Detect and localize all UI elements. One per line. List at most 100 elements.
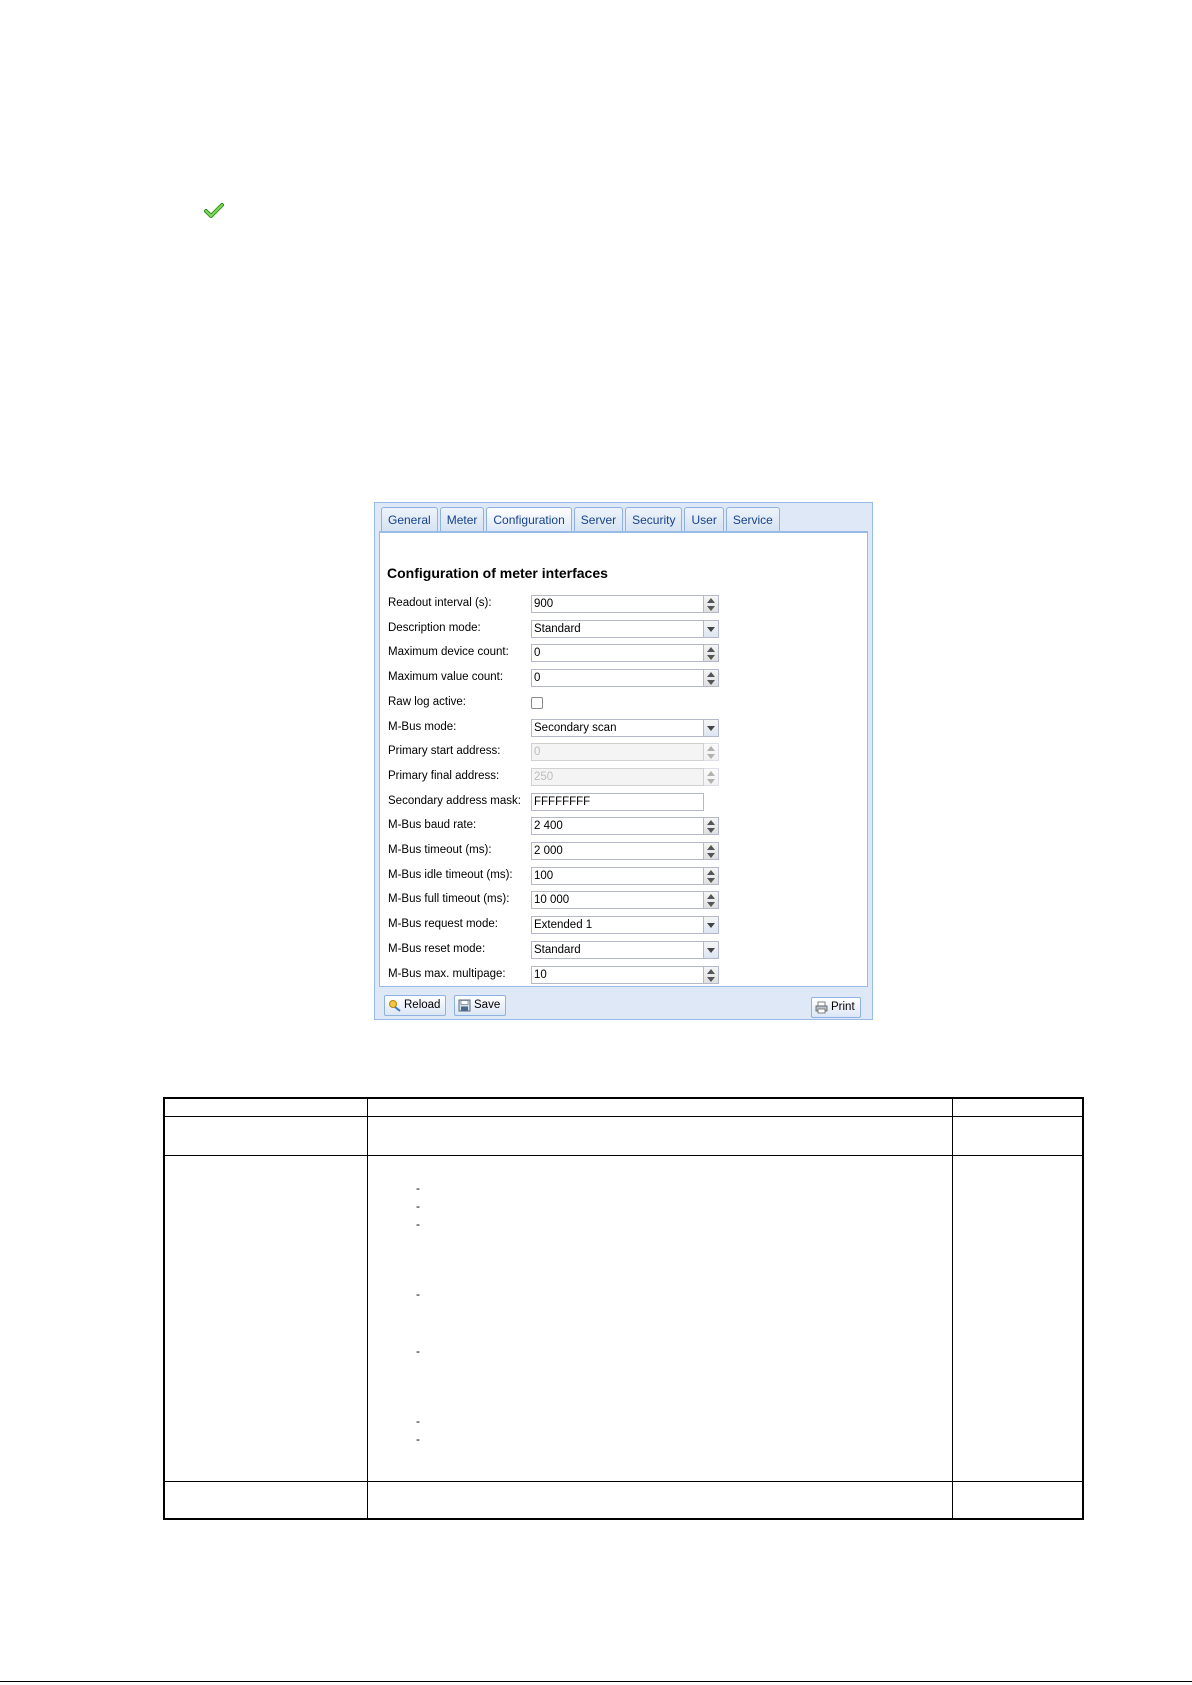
text-input[interactable]: FFFFFFFF (531, 792, 704, 811)
print-button[interactable]: Print (811, 997, 861, 1018)
field-label: Secondary address mask: (388, 794, 521, 807)
field-label: M-Bus idle timeout (ms): (388, 868, 513, 881)
select-field[interactable]: Standard (531, 619, 704, 638)
spinner-arrows-icon[interactable] (704, 965, 719, 984)
chevron-up-icon (707, 845, 715, 850)
print-label: Print (831, 1001, 855, 1013)
form-row: M-Bus idle timeout (ms): 100 (388, 866, 848, 885)
chevron-down-icon (707, 680, 715, 686)
field-label: M-Bus max. multipage: (388, 967, 506, 980)
form-body: Configuration of meter interfaces Readou… (379, 533, 868, 987)
field-label: Primary start address: (388, 745, 501, 758)
spinner-arrows-icon[interactable] (704, 866, 719, 885)
chevron-down-icon (707, 947, 715, 953)
chevron-up-icon (707, 869, 715, 875)
number-input: 250 (531, 767, 704, 786)
spinner-arrows-icon[interactable] (704, 595, 719, 613)
form-row: Description mode: Standard (388, 619, 848, 638)
list-item-bullet: - (416, 1414, 420, 1428)
spinner-arrows-icon[interactable] (704, 817, 719, 836)
chevron-down-icon (707, 902, 715, 908)
form-row: M-Bus timeout (ms): 2 000 (388, 842, 848, 860)
spinner-arrows-icon[interactable] (704, 842, 719, 860)
table-column-divider (952, 1099, 953, 1518)
select-field[interactable]: Extended 1 (531, 916, 704, 935)
number-input[interactable]: 2 000 (531, 842, 704, 860)
number-input[interactable]: 900 (531, 595, 704, 613)
tab-user[interactable]: User (684, 507, 724, 531)
tab-meter[interactable]: Meter (439, 507, 485, 531)
spinner-arrows-icon[interactable] (704, 669, 719, 688)
field-label: Raw log active: (388, 695, 466, 708)
form-row: Primary final address: 250 (388, 767, 848, 786)
chevron-up-icon (707, 820, 715, 826)
field-label: M-Bus mode: (388, 720, 457, 733)
tab-security[interactable]: Security (625, 507, 683, 531)
spinner-arrows-icon[interactable] (704, 891, 719, 910)
form-row: M-Bus request mode: Extended 1 (388, 916, 848, 935)
reload-button[interactable]: Reload (384, 995, 447, 1016)
chevron-up-icon (707, 647, 715, 653)
chevron-up-icon (707, 672, 715, 678)
tab-service[interactable]: Service (725, 507, 780, 531)
save-label: Save (474, 999, 501, 1011)
configuration-panel: General Meter Configuration Server Secur… (374, 502, 873, 1020)
select-field[interactable]: Standard (531, 940, 704, 959)
field-label: M-Bus timeout (ms): (388, 844, 492, 856)
field-label: Description mode: (388, 621, 481, 634)
select-field[interactable]: Secondary scan (531, 718, 704, 737)
chevron-up-icon (707, 598, 715, 603)
dropdown-trigger[interactable] (704, 718, 719, 737)
chevron-down-icon (707, 655, 715, 661)
printer-icon (815, 1001, 828, 1014)
table-row-divider (165, 1481, 1082, 1482)
field-label: Maximum value count: (388, 671, 504, 684)
chevron-up-icon (707, 770, 715, 776)
chevron-down-icon (707, 976, 715, 982)
chevron-down-icon (707, 626, 715, 632)
spinner-arrows-icon (704, 743, 719, 762)
tab-configuration[interactable]: Configuration (486, 507, 572, 532)
tab-strip: General Meter Configuration Server Secur… (381, 507, 780, 532)
field-label: M-Bus reset mode: (388, 942, 486, 955)
form-row: Primary start address: 0 (388, 743, 848, 762)
form-row: Secondary address mask: FFFFFFFF (388, 792, 848, 811)
number-input[interactable]: 10 (531, 965, 704, 984)
chevron-down-icon (707, 725, 715, 731)
chevron-up-icon (707, 746, 715, 752)
field-label: M-Bus request mode: (388, 918, 498, 931)
page-bottom-rule (0, 1681, 1192, 1682)
save-button[interactable]: Save (454, 995, 507, 1016)
table-row-divider (165, 1155, 1082, 1156)
chevron-up-icon (707, 968, 715, 974)
number-input[interactable]: 100 (531, 866, 704, 885)
form-row: M-Bus mode: Secondary scan (388, 718, 848, 737)
chevron-up-icon (707, 894, 715, 900)
form-row: M-Bus baud rate: 2 400 (388, 817, 848, 836)
number-input[interactable]: 0 (531, 669, 704, 688)
list-item-bullet: - (416, 1287, 420, 1301)
spinner-arrows-icon[interactable] (704, 644, 719, 663)
number-input[interactable]: 10 000 (531, 891, 704, 910)
reload-icon (389, 1000, 401, 1012)
field-label: Readout interval (s): (388, 597, 492, 609)
number-input[interactable]: 0 (531, 644, 704, 663)
table-row-divider (165, 1116, 1082, 1117)
number-input[interactable]: 2 400 (531, 817, 704, 836)
chevron-down-icon (707, 606, 715, 611)
floppy-disk-icon (458, 999, 471, 1012)
tab-server[interactable]: Server (573, 507, 624, 531)
dropdown-trigger[interactable] (704, 916, 719, 935)
spinner-arrows-icon (704, 767, 719, 786)
raw-log-checkbox[interactable] (531, 696, 543, 709)
tab-general[interactable]: General (381, 507, 438, 531)
form-title: Configuration of meter interfaces (387, 565, 608, 581)
list-item-bullet: - (416, 1199, 420, 1213)
list-item-bullet: - (416, 1432, 420, 1446)
number-input: 0 (531, 743, 704, 762)
chevron-down-icon (707, 853, 715, 858)
chevron-down-icon (707, 877, 715, 883)
field-label: M-Bus baud rate: (388, 819, 477, 832)
dropdown-trigger[interactable] (704, 619, 719, 638)
dropdown-trigger[interactable] (704, 940, 719, 959)
